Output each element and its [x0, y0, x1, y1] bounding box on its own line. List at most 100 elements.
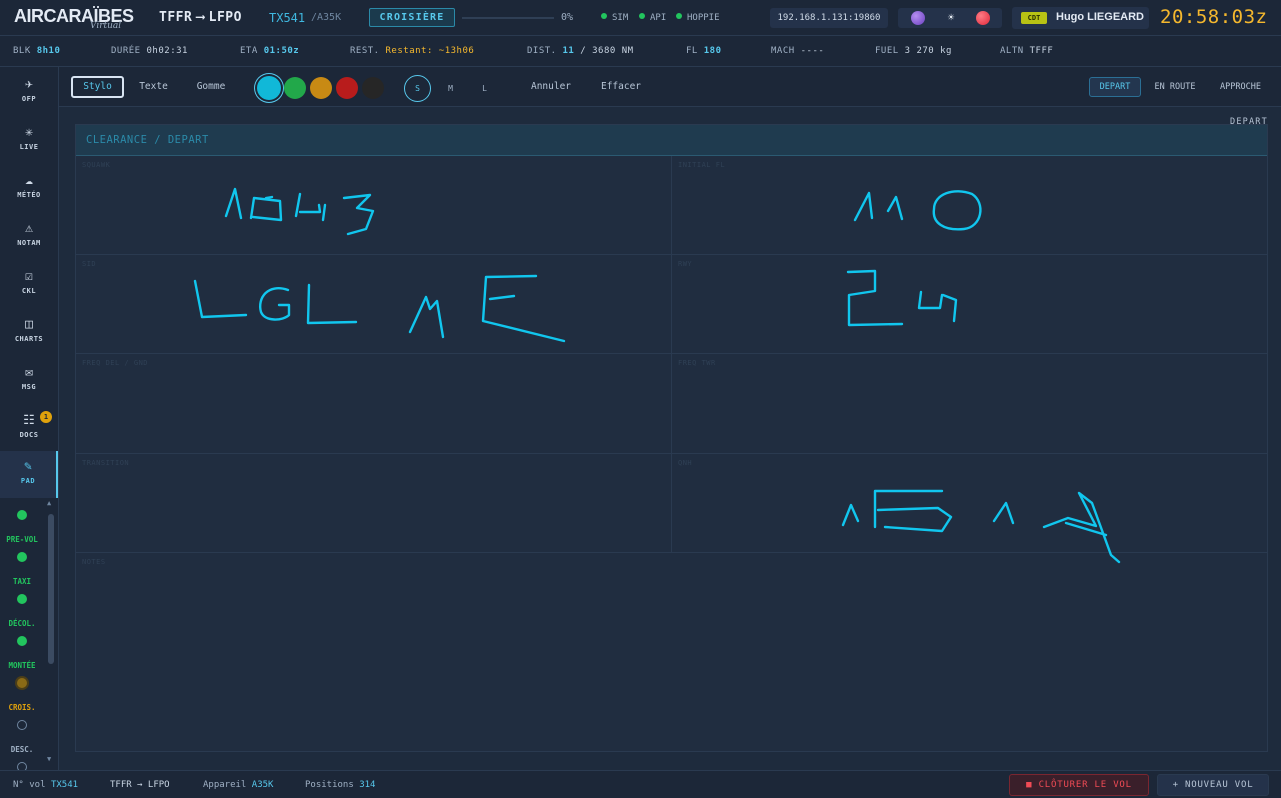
phase-label: DESC.: [10, 745, 34, 754]
field-freq-del-gnd[interactable]: FREQ DEL / GND: [76, 354, 672, 454]
status-dot-icon: [639, 13, 645, 19]
color-cyan-swatch[interactable]: [257, 76, 281, 100]
pad-workspace: DEPART CLEARANCE / DEPART SQUAWK INITIAL…: [59, 107, 1281, 770]
field-label: RWY: [678, 260, 693, 268]
field-label: NOTES: [82, 558, 106, 566]
sidebar-item-ofp[interactable]: ✈ OFP: [0, 69, 58, 115]
footer-route: TFFR → LFPO: [110, 780, 170, 790]
route-destination: LFPO: [208, 10, 242, 25]
sidebar-item-msg[interactable]: ✉ MSG: [0, 357, 58, 403]
scroll-down-icon[interactable]: ▼: [47, 755, 51, 763]
status-label: API: [650, 13, 667, 23]
sidebar: ✈ OFP ✳ LIVE ☁ MÉTÉO ⚠ NOTAM ☑ CKL ◫ CHARTS ✉ M…: [0, 67, 59, 770]
info-value: 180: [703, 46, 722, 56]
template-enroute-tab[interactable]: EN ROUTE: [1146, 77, 1204, 97]
close-flight-button[interactable]: ■ CLÔTURER LE VOL: [1009, 774, 1149, 796]
phase-done-icon: [17, 510, 27, 520]
size-large-button[interactable]: L: [471, 75, 498, 102]
sidebar-item-charts[interactable]: ◫ CHARTS: [0, 309, 58, 355]
tool-texte-button[interactable]: Texte: [131, 76, 176, 98]
footer-value: A35K: [251, 780, 274, 790]
footer-value: TX541: [50, 780, 79, 790]
sidebar-item-label: OFP: [21, 95, 37, 103]
sidebar-item-docs[interactable]: ☷ DOCS 1: [0, 405, 58, 451]
field-transition[interactable]: TRANSITION: [76, 454, 672, 553]
field-rwy[interactable]: RWY: [672, 255, 1267, 354]
field-sid[interactable]: SID: [76, 255, 672, 354]
route-header: TFFR ⟶ LFPO: [159, 10, 242, 25]
info-label: ALTN: [1000, 46, 1024, 56]
user-name: Hugo LIEGEARD: [1056, 11, 1144, 23]
undo-button[interactable]: Annuler: [520, 76, 582, 98]
field-notes[interactable]: NOTES: [76, 553, 1267, 751]
sidebar-item-ckl[interactable]: ☑ CKL: [0, 261, 58, 307]
footer-aircraft: Appareil A35K: [203, 780, 273, 790]
color-red-swatch[interactable]: [336, 77, 358, 99]
phase-scrollbar[interactable]: ▲ ▼: [45, 499, 56, 765]
info-value: 0h02:31: [146, 46, 188, 56]
phase-prevol: PRE-VOL: [0, 510, 44, 544]
flight-number: TX541: [269, 11, 306, 25]
size-small-button[interactable]: S: [404, 75, 431, 102]
mail-icon: ✉: [25, 365, 33, 380]
tool-gomme-button[interactable]: Gomme: [187, 76, 235, 98]
connection-address[interactable]: 192.168.1.131:19860: [770, 8, 888, 28]
info-blk: BLK 8h10: [13, 46, 60, 56]
theme-toggle-icon[interactable]: [911, 11, 925, 25]
logo-subtitle: Virtual: [90, 21, 122, 31]
sidebar-item-notam[interactable]: ⚠ NOTAM: [0, 213, 58, 259]
scroll-up-icon[interactable]: ▲: [47, 499, 51, 507]
route-origin: TFFR: [159, 10, 193, 25]
color-black-swatch[interactable]: [362, 77, 384, 99]
info-label: ETA: [240, 46, 258, 56]
scroll-thumb[interactable]: [48, 514, 54, 664]
phase-next: [0, 762, 44, 770]
record-icon[interactable]: [976, 11, 990, 25]
field-qnh[interactable]: QNH: [672, 454, 1267, 553]
field-label: SQUAWK: [82, 161, 111, 169]
phase-descente: DESC.: [0, 720, 44, 754]
size-medium-button[interactable]: M: [437, 75, 464, 102]
new-flight-button[interactable]: + NOUVEAU VOL: [1157, 774, 1269, 796]
flight-info-bar: BLK 8h10 DURÉE 0h02:31 ETA 01:50z REST. …: [0, 36, 1281, 67]
field-label: SID: [82, 260, 97, 268]
info-value: 01:50z: [263, 46, 300, 56]
color-green-swatch[interactable]: [284, 77, 306, 99]
template-approche-tab[interactable]: APPROCHE: [1210, 77, 1271, 97]
info-label: FUEL: [875, 46, 899, 56]
card-title: CLEARANCE / DEPART: [76, 125, 1267, 156]
user-profile[interactable]: CDT Hugo LIEGEARD: [1012, 7, 1149, 29]
phase-label: DÉCOL.: [8, 619, 36, 628]
status-dot-icon: [676, 13, 682, 19]
sidebar-item-label: DOCS: [19, 431, 39, 439]
info-label: DURÉE: [111, 46, 141, 56]
clear-button[interactable]: Effacer: [591, 76, 651, 98]
status-hoppie: HOPPIE: [676, 13, 720, 23]
info-value: Restant: ~13h06: [385, 46, 475, 56]
sidebar-item-meteo[interactable]: ☁ MÉTÉO: [0, 165, 58, 211]
tool-stylo-button[interactable]: Stylo: [71, 76, 124, 98]
field-freq-twr[interactable]: FREQ TWR: [672, 354, 1267, 454]
route-arrow-icon: ⟶: [196, 10, 205, 25]
brightness-icon[interactable]: ☀: [944, 11, 958, 25]
info-eta: ETA 01:50z: [240, 46, 299, 56]
plane-icon: ✈: [25, 77, 33, 92]
color-orange-swatch[interactable]: [310, 77, 332, 99]
field-label: FREQ TWR: [678, 359, 716, 367]
clearance-card[interactable]: CLEARANCE / DEPART SQUAWK INITIAL FL SID…: [75, 124, 1268, 752]
sidebar-item-live[interactable]: ✳ LIVE: [0, 117, 58, 163]
phase-label: CROIS.: [8, 703, 36, 712]
field-initial-fl[interactable]: INITIAL FL: [672, 156, 1267, 255]
status-dot-icon: [601, 13, 607, 19]
flight-phase-badge: CROISIÈRE: [369, 8, 455, 27]
phase-decollage: DÉCOL.: [0, 594, 44, 628]
template-depart-tab[interactable]: DEPART: [1089, 77, 1141, 97]
sidebar-item-pad[interactable]: ✎ PAD: [0, 451, 58, 498]
phase-croisiere: CROIS.: [0, 678, 44, 712]
field-squawk[interactable]: SQUAWK: [76, 156, 672, 255]
sidebar-item-label: MSG: [21, 383, 37, 391]
rank-badge: CDT: [1021, 12, 1047, 24]
status-api: API: [639, 13, 666, 23]
info-label: DIST.: [527, 46, 557, 56]
phase-done-icon: [17, 636, 27, 646]
